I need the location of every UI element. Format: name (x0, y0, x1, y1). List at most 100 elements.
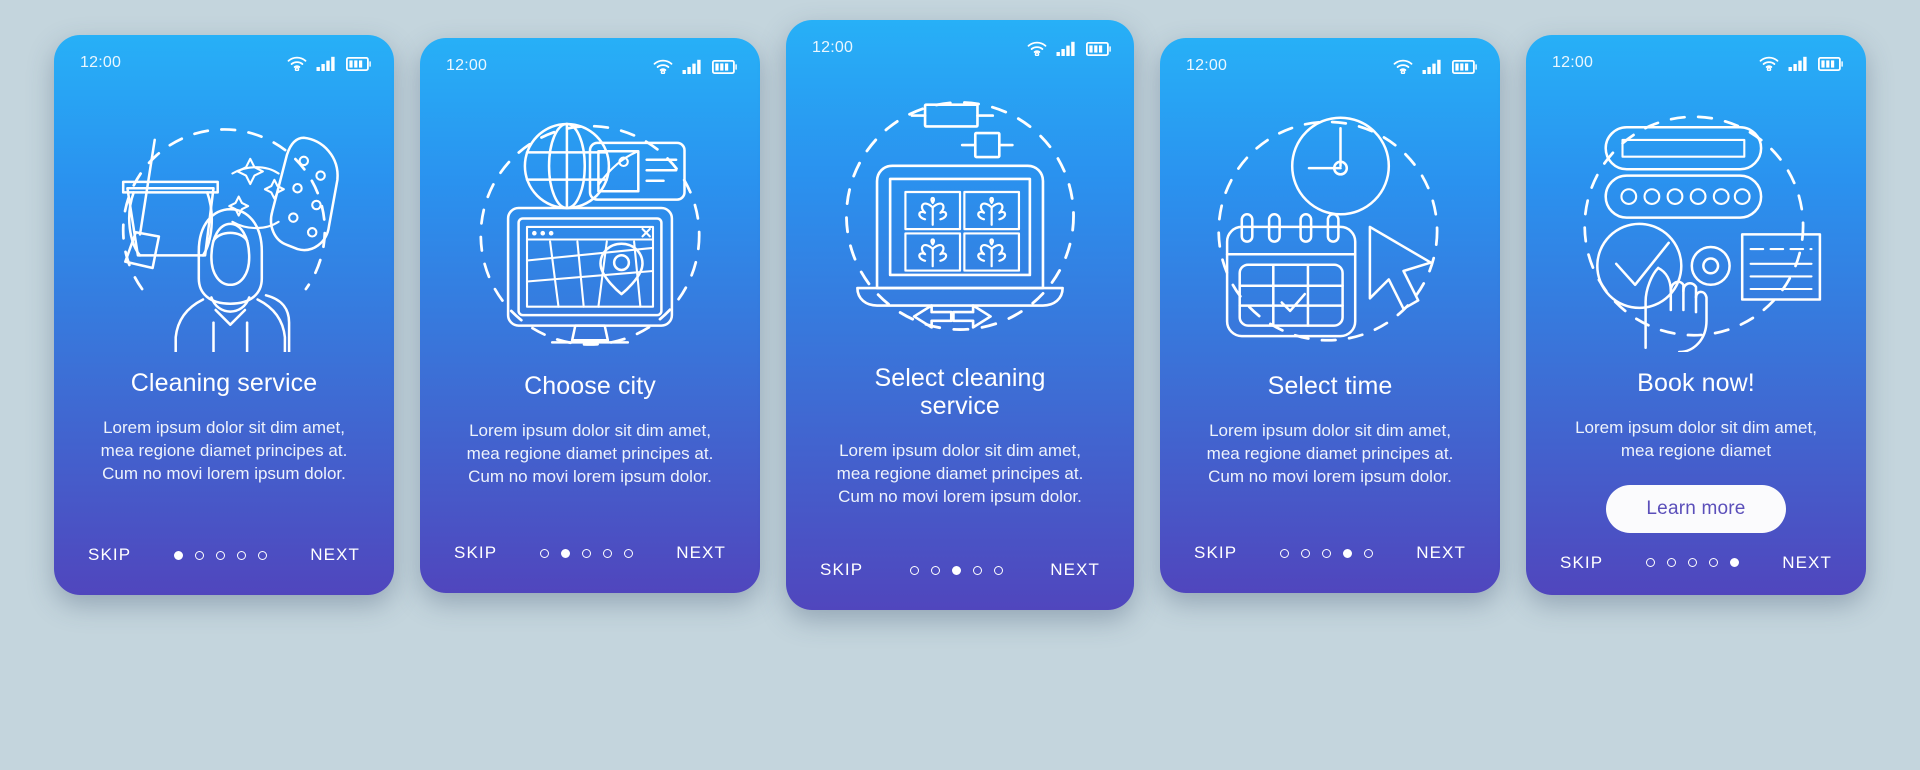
pagination-dots (1646, 558, 1740, 568)
next-button[interactable]: NEXT (1050, 560, 1100, 580)
pagination-dot-2[interactable] (1301, 548, 1311, 558)
flower-glyph-3 (918, 238, 948, 268)
pagination-dot-1[interactable] (174, 550, 184, 560)
wifi-icon (1393, 59, 1413, 74)
status-icons (1027, 41, 1112, 56)
onboarding-nav: SKIP NEXT (1526, 533, 1866, 595)
pagination-dot-5[interactable] (258, 550, 268, 560)
pagination-dot-5[interactable] (1730, 558, 1740, 568)
pagination-dot-2[interactable] (931, 565, 941, 575)
status-clock: 12:00 (1552, 54, 1594, 71)
text-input-field-icon (1604, 126, 1763, 171)
battery-icon (1818, 56, 1843, 71)
pagination-dot-4[interactable] (1709, 558, 1719, 568)
pagination-dot-3[interactable] (952, 565, 962, 575)
illustration-book-now (1526, 79, 1866, 369)
status-clock: 12:00 (446, 57, 488, 74)
next-button[interactable]: NEXT (1416, 543, 1466, 563)
pagination-dot-4[interactable] (603, 548, 613, 558)
screen-description: Lorem ipsum dolor sit dim amet, mea regi… (836, 441, 1084, 506)
screen-copy: Choose city Lorem ipsum dolor sit dim am… (420, 372, 760, 523)
pagination-dot-1[interactable] (1280, 548, 1290, 558)
battery-icon (1452, 59, 1477, 74)
screen-title: Book now! (1637, 369, 1755, 397)
onboarding-screens-canvas: 12:00 Cleaning service Lorem ipsum dolor… (0, 0, 1920, 770)
next-button[interactable]: NEXT (310, 545, 360, 565)
document-lines-icon (1740, 233, 1822, 301)
flower-glyph-1 (918, 196, 948, 226)
pagination-dot-2[interactable] (195, 550, 205, 560)
illustration-choose-city (420, 82, 760, 372)
onboarding-screen-select-time: 12:00 Select time Lorem ipsum dolor sit … (1160, 38, 1500, 593)
pagination-dot-3[interactable] (1322, 548, 1332, 558)
onboarding-nav: SKIP NEXT (786, 540, 1134, 610)
sponge-icon (269, 136, 339, 252)
screen-copy: Cleaning service Lorem ipsum dolor sit d… (54, 369, 394, 525)
pagination-dot-2[interactable] (561, 548, 571, 558)
clock-icon (1290, 116, 1391, 216)
pagination-dot-1[interactable] (540, 548, 550, 558)
wifi-icon (1027, 41, 1047, 56)
screen-description: Lorem ipsum dolor sit dim amet, mea regi… (1206, 421, 1454, 486)
pagination-dot-5[interactable] (624, 548, 634, 558)
wifi-icon (1759, 56, 1779, 71)
pagination-dot-4[interactable] (237, 550, 247, 560)
pagination-dot-1[interactable] (1646, 558, 1656, 568)
pagination-dot-5[interactable] (1364, 548, 1374, 558)
laptop-gallery-icon (856, 164, 1064, 307)
check-circle-icon (1596, 222, 1683, 310)
pagination-dot-4[interactable] (973, 565, 983, 575)
illustration-select-time (1160, 82, 1500, 372)
screen-copy: Select cleaning service Lorem ipsum dolo… (786, 364, 1134, 540)
pagination-dots (1280, 548, 1374, 558)
pagination-dot-1[interactable] (910, 565, 920, 575)
screen-description: Lorem ipsum dolor sit dim amet, mea regi… (466, 421, 714, 486)
next-button[interactable]: NEXT (676, 543, 726, 563)
screen-description: Lorem ipsum dolor sit dim amet, mea regi… (1575, 418, 1817, 460)
monitor-map-icon (506, 206, 674, 344)
pagination-dot-3[interactable] (216, 550, 226, 560)
onboarding-nav: SKIP NEXT (420, 523, 760, 593)
status-bar: 12:00 (420, 38, 760, 82)
battery-icon (346, 56, 371, 71)
battery-icon (712, 59, 737, 74)
skip-button[interactable]: SKIP (820, 560, 863, 580)
pagination-dots (910, 565, 1004, 575)
status-icons (653, 59, 738, 74)
flower-glyph-2 (977, 196, 1007, 226)
wifi-icon (653, 59, 673, 74)
pagination-dot-5[interactable] (994, 565, 1004, 575)
pagination-dots (174, 550, 268, 560)
pagination-dot-3[interactable] (582, 548, 592, 558)
globe-icon (523, 122, 611, 210)
screen-description: Lorem ipsum dolor sit dim amet, mea regi… (100, 418, 348, 483)
screen-copy: Select time Lorem ipsum dolor sit dim am… (1160, 372, 1500, 523)
onboarding-nav: SKIP NEXT (1160, 523, 1500, 593)
skip-button[interactable]: SKIP (1560, 553, 1603, 573)
learn-more-button[interactable]: Learn more (1606, 484, 1786, 533)
status-icons (287, 56, 372, 71)
illustration-select-service (786, 64, 1134, 364)
cursor-arrow-icon (1368, 225, 1433, 311)
screen-copy: Book now! Lorem ipsum dolor sit dim amet… (1526, 369, 1866, 533)
status-bar: 12:00 (54, 35, 394, 79)
next-button[interactable]: NEXT (1782, 553, 1832, 573)
onboarding-nav: SKIP NEXT (54, 525, 394, 595)
pagination-dot-4[interactable] (1343, 548, 1353, 558)
toolbar-chips-icon (910, 103, 1014, 159)
cellular-signal-icon (1788, 56, 1807, 71)
pagination-dot-2[interactable] (1667, 558, 1677, 568)
status-bar: 12:00 (1160, 38, 1500, 82)
skip-button[interactable]: SKIP (1194, 543, 1237, 563)
swipe-arrows-icon (912, 304, 992, 329)
pagination-dot-3[interactable] (1688, 558, 1698, 568)
skip-button[interactable]: SKIP (88, 545, 131, 565)
cellular-signal-icon (1056, 41, 1075, 56)
phone-screens-row: 12:00 Cleaning service Lorem ipsum dolor… (0, 0, 1920, 770)
skip-button[interactable]: SKIP (454, 543, 497, 563)
wifi-icon (287, 56, 307, 71)
status-icons (1759, 56, 1844, 71)
onboarding-screen-book-now: 12:00 Book now! Lorem ipsum dolor sit di… (1526, 35, 1866, 595)
battery-icon (1086, 41, 1111, 56)
password-field-icon (1604, 174, 1763, 219)
